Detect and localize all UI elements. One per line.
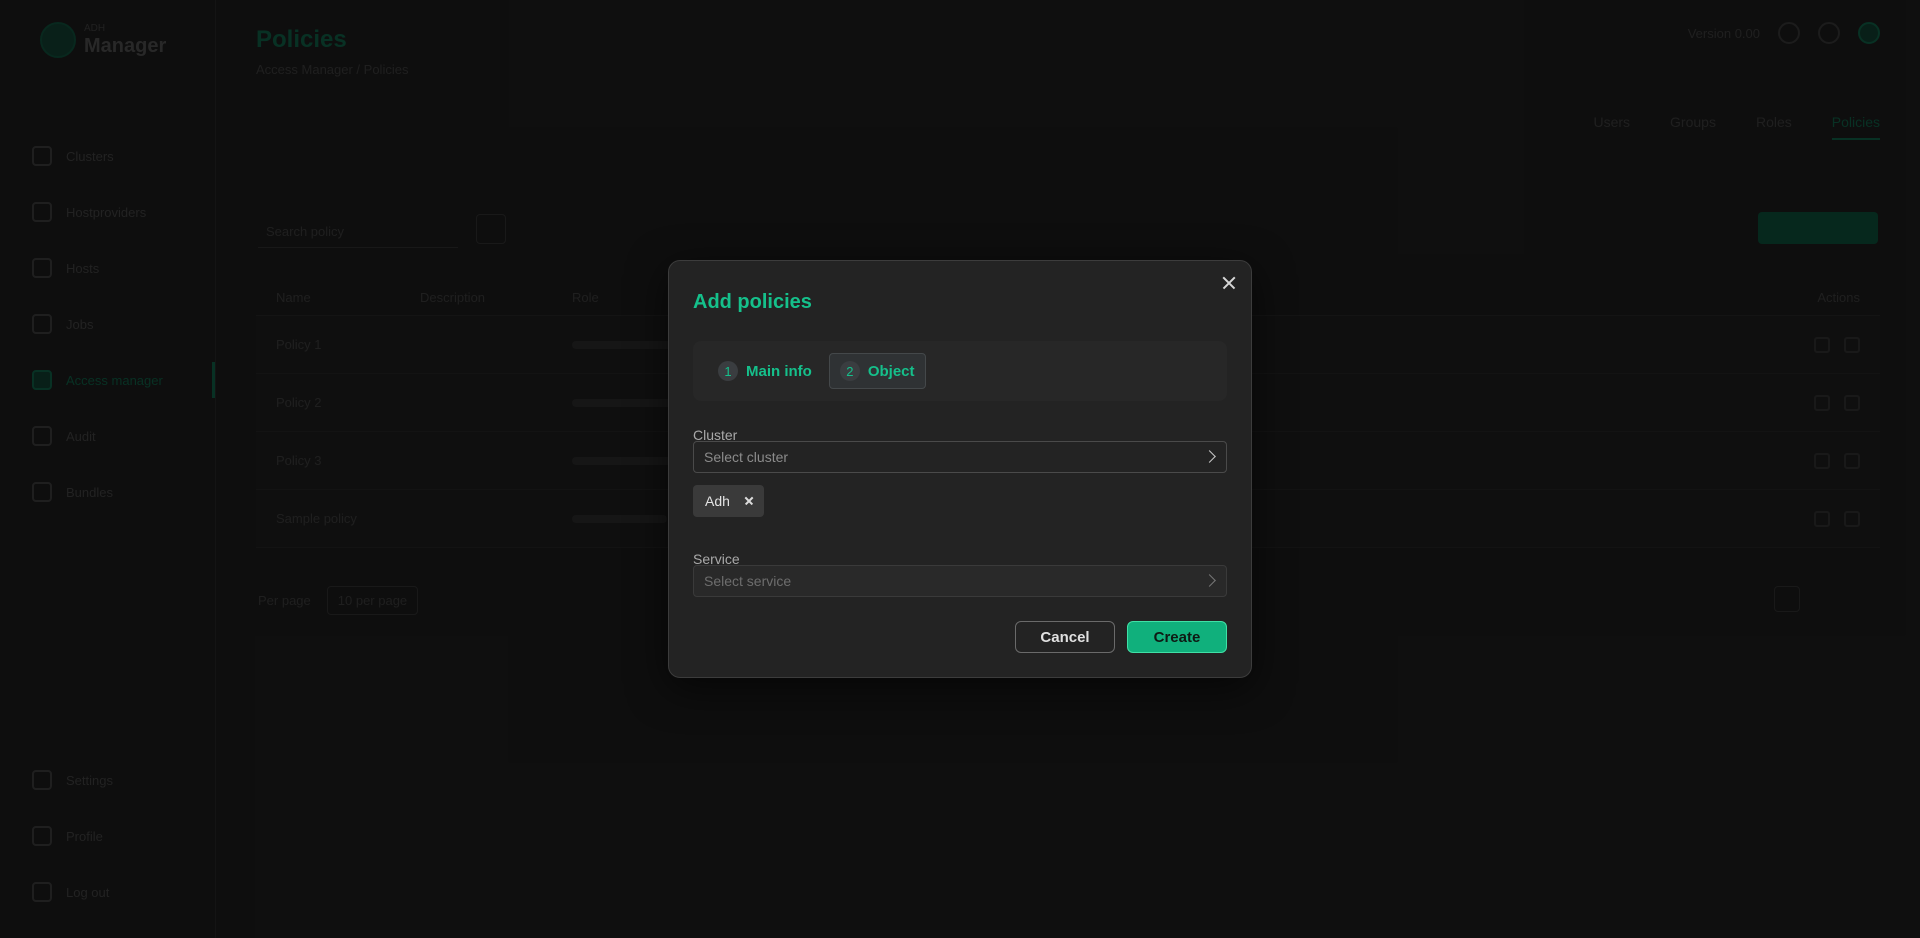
- create-button[interactable]: Create: [1127, 621, 1227, 653]
- chevron-right-icon: [1203, 450, 1216, 463]
- remove-chip-icon[interactable]: [744, 496, 754, 506]
- close-icon[interactable]: [1217, 271, 1241, 295]
- dialog-title: Add policies: [693, 291, 812, 313]
- step-number: 1: [718, 361, 738, 381]
- step-main-info[interactable]: 1 Main info: [707, 353, 823, 389]
- chip-label: Adh: [705, 493, 730, 509]
- selected-cluster-chip: Adh: [693, 485, 764, 517]
- step-object[interactable]: 2 Object: [828, 353, 926, 389]
- step-number: 2: [839, 361, 860, 381]
- cluster-select[interactable]: Select cluster: [693, 441, 1227, 473]
- service-select[interactable]: Select service: [693, 565, 1227, 597]
- step-label: Object: [867, 362, 915, 380]
- chevron-right-icon: [1203, 574, 1216, 587]
- wizard-steps: 1 Main info 2 Object: [693, 341, 1227, 401]
- cancel-button[interactable]: Cancel: [1015, 621, 1115, 653]
- step-label: Main info: [746, 362, 812, 380]
- service-placeholder: Select service: [704, 573, 792, 589]
- cluster-placeholder: Select cluster: [704, 449, 789, 465]
- add-policies-dialog: Add policies 1 Main info 2 Object Cluste…: [668, 260, 1252, 678]
